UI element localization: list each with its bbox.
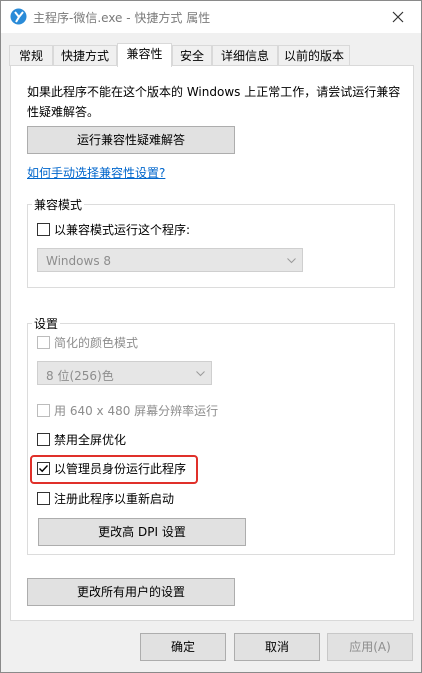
compat-mode-checkbox[interactable] xyxy=(37,223,50,236)
reduced-color-label: 简化的颜色模式 xyxy=(54,336,139,350)
register-restart-checkbox[interactable] xyxy=(37,492,50,505)
apply-button[interactable]: 应用(A) xyxy=(327,633,413,661)
reduced-color-checkbox[interactable] xyxy=(37,336,50,349)
properties-window: 主程序-微信.exe - 快捷方式 属性 常规 快捷方式 兼容性 安全 详细信息… xyxy=(0,0,422,673)
compat-mode-label: 以兼容模式运行这个程序: xyxy=(54,223,191,237)
cancel-button[interactable]: 取消 xyxy=(234,633,320,661)
tab-compatibility[interactable]: 兼容性 xyxy=(117,43,172,67)
color-depth-select[interactable]: 8 位(256)色 xyxy=(37,361,212,385)
os-version-select[interactable]: Windows 8 xyxy=(37,248,303,272)
manual-settings-link[interactable]: 如何手动选择兼容性设置? xyxy=(27,164,165,181)
tab-general[interactable]: 常规 xyxy=(9,45,53,66)
window-title: 主程序-微信.exe - 快捷方式 属性 xyxy=(33,11,211,25)
close-icon xyxy=(392,11,404,23)
disable-fullscreen-checkbox[interactable] xyxy=(37,433,50,446)
tab-details[interactable]: 详细信息 xyxy=(212,45,278,66)
run-as-admin-label: 以管理员身份运行此程序 xyxy=(54,462,187,476)
chevron-down-icon xyxy=(287,258,296,264)
tab-shortcut[interactable]: 快捷方式 xyxy=(53,45,117,66)
checkmark-icon xyxy=(39,465,49,473)
title-bar: 主程序-微信.exe - 快捷方式 属性 xyxy=(1,1,421,33)
tab-previous-versions[interactable]: 以前的版本 xyxy=(278,45,350,66)
color-depth-value: 8 位(256)色 xyxy=(46,369,114,383)
disable-fullscreen-label: 禁用全屏优化 xyxy=(54,433,127,447)
register-restart-label: 注册此程序以重新启动 xyxy=(54,492,175,506)
ok-button[interactable]: 确定 xyxy=(140,633,226,661)
tab-security[interactable]: 安全 xyxy=(172,45,212,66)
compat-mode-group xyxy=(27,204,395,288)
compatibility-panel: 如果此程序不能在这个版本的 Windows 上正常工作，请尝试运行兼容性疑难解答… xyxy=(10,65,414,621)
intro-text: 如果此程序不能在这个版本的 Windows 上正常工作，请尝试运行兼容性疑难解答… xyxy=(27,85,401,119)
app-logo-icon xyxy=(10,8,27,25)
compat-mode-group-label: 兼容模式 xyxy=(32,196,85,213)
close-button[interactable] xyxy=(377,1,421,33)
os-version-value: Windows 8 xyxy=(46,254,112,268)
run-troubleshooter-button[interactable]: 运行兼容性疑难解答 xyxy=(27,126,235,154)
change-all-users-button[interactable]: 更改所有用户的设置 xyxy=(27,578,235,606)
chevron-down-icon xyxy=(196,371,205,377)
run-as-admin-checkbox[interactable] xyxy=(37,462,50,475)
res-640-label: 用 640 x 480 屏幕分辨率运行 xyxy=(54,404,219,418)
res-640-checkbox[interactable] xyxy=(37,404,50,417)
tab-strip: 常规 快捷方式 兼容性 安全 详细信息 以前的版本 xyxy=(9,43,409,67)
change-dpi-button[interactable]: 更改高 DPI 设置 xyxy=(38,518,246,546)
settings-group-label: 设置 xyxy=(32,315,61,332)
